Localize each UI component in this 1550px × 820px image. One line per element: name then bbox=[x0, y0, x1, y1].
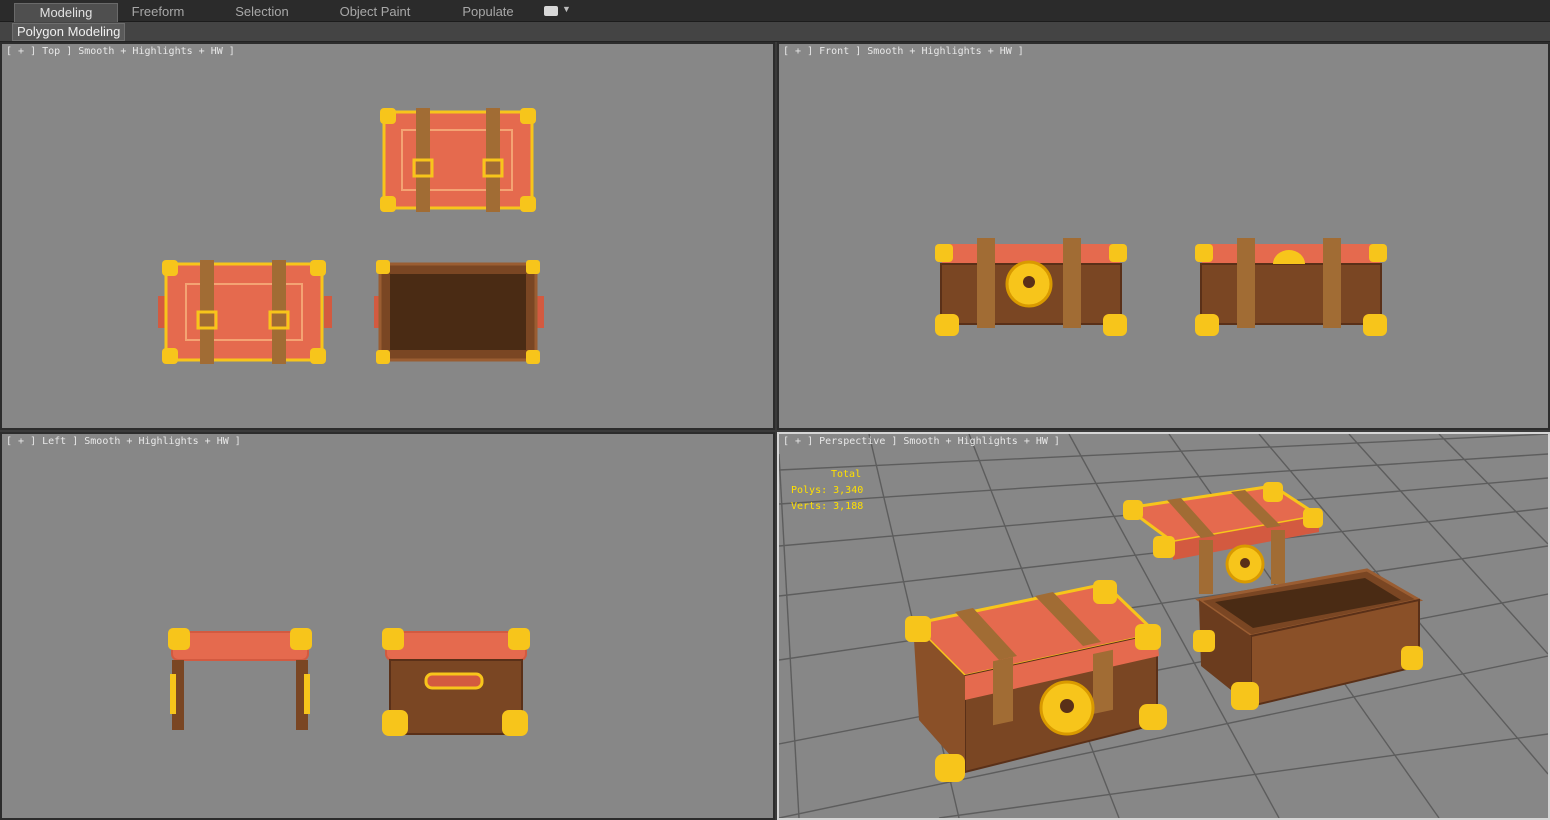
chest-closed-left-view bbox=[382, 628, 530, 736]
viewport-top[interactable]: [ + ] Top ] Smooth + Highlights + HW ] bbox=[0, 42, 775, 430]
viewport-front[interactable]: [ + ] Front ] Smooth + Highlights + HW ] bbox=[777, 42, 1550, 430]
stats-verts: Verts: 3,188 bbox=[791, 501, 864, 512]
ribbon-panel: Polygon Modeling bbox=[0, 22, 1550, 42]
polygon-modeling-panel-button[interactable]: Polygon Modeling bbox=[12, 23, 126, 41]
perspective-grid-and-chests bbox=[779, 434, 1548, 818]
viewport-perspective-label[interactable]: [ + ] Perspective ] Smooth + Highlights … bbox=[783, 436, 1060, 447]
chest-lid-top-view-1 bbox=[380, 108, 536, 212]
chest-closed-top-view bbox=[158, 260, 332, 364]
tab-object-paint[interactable]: Object Paint bbox=[330, 3, 420, 22]
tab-freeform[interactable]: Freeform bbox=[118, 3, 198, 22]
left-view-chests bbox=[168, 628, 530, 736]
top-view-chests bbox=[158, 108, 544, 364]
stats-heading: Total bbox=[831, 469, 862, 480]
tab-modeling[interactable]: Modeling bbox=[14, 3, 118, 22]
ground-grid bbox=[779, 434, 1548, 818]
viewport-left[interactable]: [ + ] Left ] Smooth + Highlights + HW ] bbox=[0, 432, 775, 820]
viewport-perspective[interactable]: [ + ] Perspective ] Smooth + Highlights … bbox=[777, 432, 1550, 820]
chevron-down-icon[interactable]: ▼ bbox=[562, 4, 571, 14]
stats-polys: Polys: 3,340 bbox=[791, 485, 864, 496]
chest-base-top-view bbox=[374, 260, 544, 364]
tab-populate[interactable]: Populate bbox=[448, 3, 528, 22]
front-view-chests bbox=[935, 238, 1387, 336]
chest-lid-perspective bbox=[1123, 482, 1323, 594]
scene-statistics: Total Polys: 3,340 Verts: 3,188 bbox=[791, 467, 863, 515]
chest-closed-perspective bbox=[905, 580, 1167, 782]
tab-selection[interactable]: Selection bbox=[222, 3, 302, 22]
chest-lid-left-view bbox=[168, 628, 312, 730]
chest-base-front-view bbox=[1195, 238, 1387, 336]
chest-closed-front-view bbox=[935, 238, 1127, 336]
ribbon-tab-bar: Modeling Freeform Selection Object Paint… bbox=[0, 0, 1550, 22]
ribbon-options-icon[interactable] bbox=[544, 6, 558, 16]
